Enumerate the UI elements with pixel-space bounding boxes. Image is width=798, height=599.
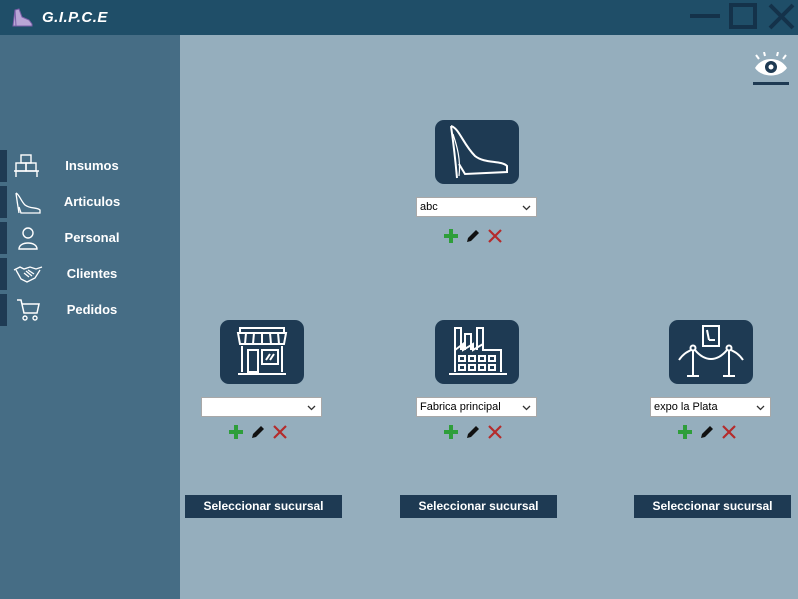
sidebar-item-pedidos[interactable]: Pedidos [0, 294, 180, 326]
minimize-icon[interactable] [690, 3, 720, 31]
add-icon[interactable] [676, 423, 694, 441]
edit-icon[interactable] [464, 423, 482, 441]
high-heel-icon [450, 125, 508, 179]
sidebar-item-personal[interactable]: Personal [0, 222, 180, 254]
app-logo-icon [12, 8, 33, 27]
app-title: G.I.P.C.E [42, 9, 108, 26]
sidebar-item-insumos[interactable]: Insumos [0, 150, 180, 182]
sidebar-item-clientes[interactable]: Clientes [0, 258, 180, 290]
sidebar-item-label: Insumos [65, 158, 119, 173]
edit-icon[interactable] [249, 423, 267, 441]
branch-select-factory[interactable]: Fabrica principal [416, 397, 537, 417]
branch-actions-exhibition [676, 423, 740, 443]
branch-select-value: expo la Plata [654, 401, 718, 413]
close-icon[interactable] [766, 3, 796, 31]
sidebar-item-articulos[interactable]: Articulos [0, 186, 180, 218]
article-image [435, 120, 519, 184]
edit-icon[interactable] [464, 227, 482, 245]
add-icon[interactable] [227, 423, 245, 441]
sidebar: Insumos Articulos Personal Clientes Pedi… [0, 35, 180, 599]
supplies-icon [14, 154, 39, 177]
sidebar-item-label: Articulos [63, 194, 121, 209]
eye-icon[interactable] [752, 52, 790, 86]
nav-indicator [0, 150, 7, 182]
store-image [220, 320, 304, 384]
nav-indicator [0, 258, 7, 290]
select-branch-button-store[interactable]: Seleccionar sucursal [185, 495, 342, 518]
exhibition-icon [678, 325, 744, 377]
store-icon [236, 327, 288, 375]
delete-icon[interactable] [486, 423, 504, 441]
cart-icon [17, 299, 40, 321]
maximize-icon[interactable] [728, 3, 758, 31]
sidebar-item-label: Pedidos [66, 302, 118, 317]
branch-actions-store [227, 423, 291, 443]
handshake-icon [13, 266, 43, 283]
article-select[interactable]: abc [416, 197, 537, 217]
chevron-down-icon [307, 405, 316, 411]
add-icon[interactable] [442, 227, 460, 245]
nav-indicator [0, 294, 7, 326]
branch-select-store[interactable] [201, 397, 322, 417]
article-actions [442, 227, 506, 247]
nav-indicator [0, 186, 7, 218]
factory-icon [449, 327, 507, 375]
chevron-down-icon [522, 205, 531, 211]
nav-indicator [0, 222, 7, 254]
delete-icon[interactable] [486, 227, 504, 245]
factory-image [435, 320, 519, 384]
chevron-down-icon [756, 405, 765, 411]
high-heel-icon [15, 192, 41, 214]
article-select-value: abc [420, 201, 438, 213]
person-icon [18, 227, 38, 250]
branch-select-value: Fabrica principal [420, 401, 501, 413]
select-branch-button-exhibition[interactable]: Seleccionar sucursal [634, 495, 791, 518]
select-branch-button-factory[interactable]: Seleccionar sucursal [400, 495, 557, 518]
chevron-down-icon [522, 405, 531, 411]
delete-icon[interactable] [271, 423, 289, 441]
sidebar-item-label: Personal [64, 230, 120, 245]
sidebar-item-label: Clientes [66, 266, 118, 281]
edit-icon[interactable] [698, 423, 716, 441]
delete-icon[interactable] [720, 423, 738, 441]
title-bar: G.I.P.C.E [0, 0, 798, 35]
branch-actions-factory [442, 423, 506, 443]
exhibition-image [669, 320, 753, 384]
add-icon[interactable] [442, 423, 460, 441]
branch-select-exhibition[interactable]: expo la Plata [650, 397, 771, 417]
